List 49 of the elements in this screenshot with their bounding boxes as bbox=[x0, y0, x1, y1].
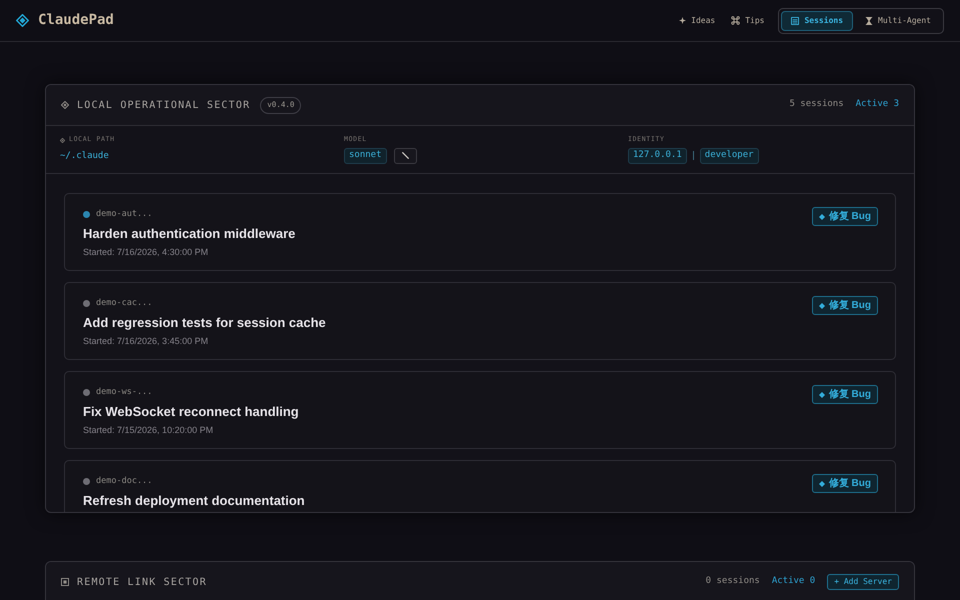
diamond-icon bbox=[61, 101, 69, 109]
fix-bug-button[interactable]: 修复 Bug bbox=[812, 385, 878, 404]
view-tab[interactable]: Multi-Agent bbox=[855, 10, 941, 30]
session-id: demo-ws-... bbox=[96, 386, 152, 399]
session-card[interactable]: demo-doc... Refresh deployment documentation 修复 Bug bbox=[64, 460, 896, 512]
app-title: ClaudePad bbox=[38, 11, 114, 30]
pencil-icon bbox=[402, 152, 409, 160]
user-chip: developer bbox=[700, 148, 759, 164]
fix-bug-button[interactable]: 修复 Bug bbox=[812, 296, 878, 315]
session-start-time: Started: 7/15/2026, 10:20:00 PM bbox=[83, 424, 214, 436]
session-card[interactable]: demo-ws-... Fix WebSocket reconnect handling Started: 7/15/2026, 10:20:00 PM 修复 Bug bbox=[64, 371, 896, 449]
diamond-icon bbox=[60, 138, 65, 143]
command-icon bbox=[731, 16, 740, 25]
square-icon bbox=[61, 578, 69, 586]
logo-icon bbox=[16, 14, 29, 27]
session-title: Refresh deployment documentation bbox=[83, 493, 305, 509]
session-count: 5 sessions bbox=[789, 98, 844, 112]
sparkle-icon bbox=[679, 17, 686, 24]
fix-bug-button[interactable]: 修复 Bug bbox=[812, 474, 878, 493]
active-count: Active 0 bbox=[772, 575, 816, 588]
hourglass-icon bbox=[865, 16, 874, 24]
host-chip: 127.0.0.1 bbox=[628, 148, 687, 164]
view-tab[interactable]: Sessions bbox=[781, 10, 854, 30]
session-start-time: Started: 7/16/2026, 4:30:00 PM bbox=[83, 246, 208, 258]
nav-link[interactable]: Tips bbox=[727, 10, 768, 30]
diamond-icon bbox=[818, 480, 825, 486]
fix-bug-button[interactable]: 修复 Bug bbox=[812, 207, 878, 226]
diamond-icon bbox=[818, 302, 825, 308]
path-value: ~/.claude bbox=[60, 150, 109, 164]
session-title: Fix WebSocket reconnect handling bbox=[83, 404, 299, 420]
edit-button[interactable] bbox=[394, 148, 417, 164]
sector-title: REMOTE LINK SECTOR bbox=[77, 576, 207, 590]
session-id: demo-doc... bbox=[96, 475, 152, 488]
session-title: Add regression tests for session cache bbox=[83, 315, 326, 331]
session-card[interactable]: demo-aut... Harden authentication middleware Started: 7/16/2026, 4:30:00 PM 修复 Bug bbox=[64, 193, 896, 271]
model-chip: sonnet bbox=[344, 148, 387, 164]
session-id: demo-aut... bbox=[96, 208, 152, 221]
sector-title: LOCAL OPERATIONAL SECTOR bbox=[77, 98, 250, 112]
add-server-button[interactable]: + Add Server bbox=[827, 574, 899, 590]
diamond-icon bbox=[818, 392, 825, 398]
nav-link[interactable]: Ideas bbox=[675, 10, 720, 30]
list-icon bbox=[791, 16, 800, 24]
session-card[interactable]: demo-cac... Add regression tests for session cache Started: 7/16/2026, 3:45:00 PM 修复 Bug bbox=[64, 282, 896, 360]
session-count: 0 sessions bbox=[706, 575, 760, 588]
active-count: Active 3 bbox=[856, 98, 899, 112]
diamond-icon bbox=[818, 214, 825, 220]
session-id: demo-cac... bbox=[96, 297, 152, 310]
session-start-time: Started: 7/16/2026, 3:45:00 PM bbox=[83, 335, 208, 347]
session-title: Harden authentication middleware bbox=[83, 226, 296, 242]
